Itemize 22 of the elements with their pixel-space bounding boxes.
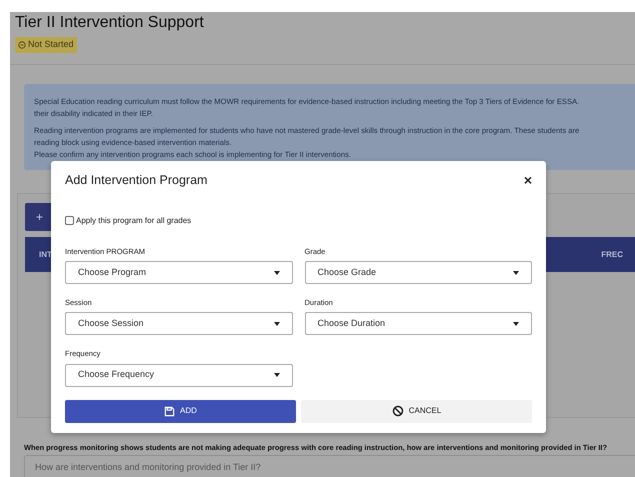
answer-box[interactable]: How are interventions and monitoring provided in Tier II? (24, 455, 635, 477)
close-button[interactable]: × (524, 173, 532, 188)
add-button[interactable]: ADD (65, 400, 296, 422)
modal-title: Add Intervention Program (65, 172, 208, 189)
minus-circle-icon (18, 41, 26, 49)
save-icon (164, 406, 176, 416)
select-field[interactable]: Choose Duration (304, 312, 532, 336)
select-field[interactable]: Choose Frequency (65, 364, 292, 386)
section-title: Tier II Intervention Support (15, 13, 205, 33)
dropdown-caret-icon (274, 373, 280, 377)
cancel-button[interactable]: CANCEL (301, 400, 532, 422)
select-field[interactable]: Choose Session (65, 312, 292, 336)
column-header: FREC (601, 248, 623, 260)
cancel-icon (392, 405, 404, 417)
dropdown-caret-icon (513, 322, 519, 326)
status-label: Not Started (28, 38, 74, 52)
apply-checkbox[interactable] (65, 216, 74, 226)
select-field[interactable]: Choose Grade (304, 261, 532, 284)
select-field[interactable]: Choose Program (65, 261, 292, 284)
column-header: INT (39, 248, 52, 260)
dropdown-caret-icon (274, 322, 280, 326)
checkbox-label: Apply this program for all grades (76, 214, 192, 227)
